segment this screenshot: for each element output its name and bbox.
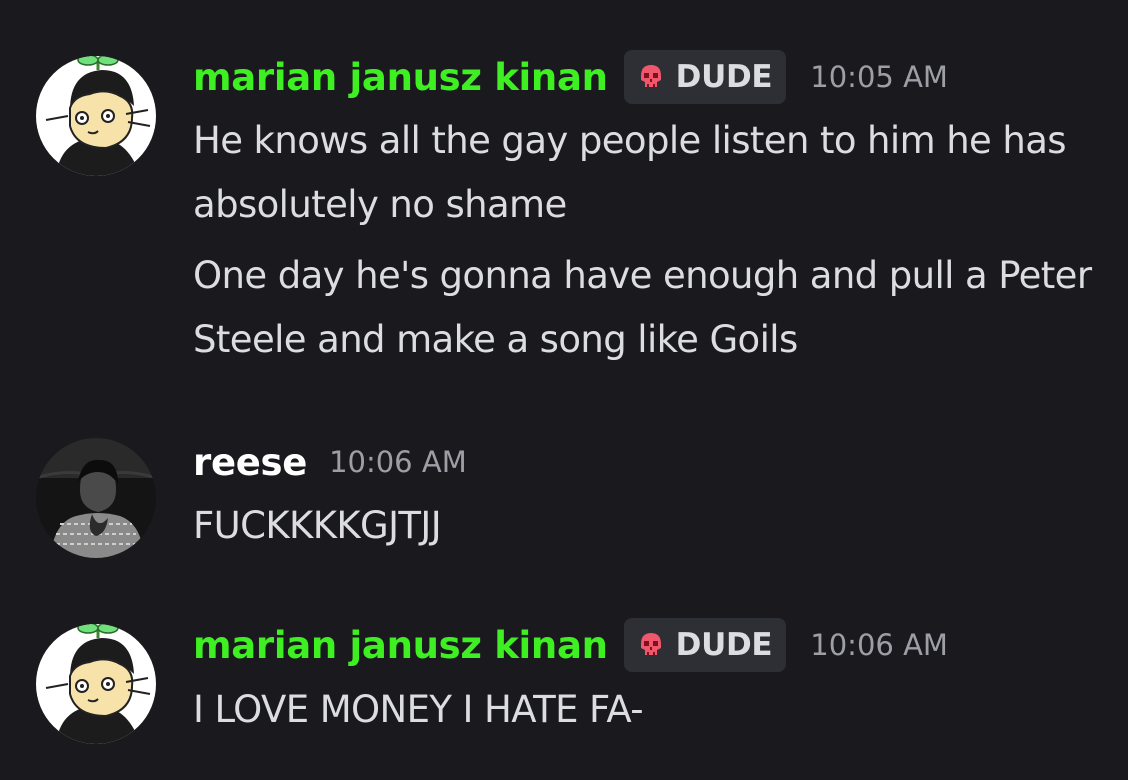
username[interactable]: marian janusz kinan <box>193 624 608 667</box>
timestamp[interactable]: 10:05 AM <box>810 60 948 94</box>
timestamp[interactable]: 10:06 AM <box>810 628 948 662</box>
role-tag-label: DUDE <box>675 627 773 663</box>
message-text: I LOVE MONEY I HATE FA- <box>193 688 644 731</box>
avatar[interactable] <box>36 56 156 176</box>
role-tag-label: DUDE <box>675 59 773 95</box>
message-header: reese 10:06 AM <box>193 436 467 488</box>
skull-icon <box>640 633 661 655</box>
username[interactable]: marian janusz kinan <box>193 56 608 99</box>
chat-message: marian janusz kinan DUDE 10:06 AM I LOVE… <box>0 600 1128 780</box>
message-header: marian janusz kinan DUDE 10:06 AM <box>193 618 948 672</box>
chat-message: marian janusz kinan DUDE 10:05 AM He kno… <box>0 0 1128 400</box>
message-text: He knows all the gay people listen to hi… <box>193 119 1067 226</box>
message-text: One day he's gonna have enough and pull … <box>193 254 1092 361</box>
role-tag[interactable]: DUDE <box>623 50 787 104</box>
message-text: FUCKKKKGJTJJ <box>193 504 442 547</box>
username[interactable]: reese <box>193 441 307 484</box>
avatar[interactable] <box>36 624 156 744</box>
timestamp[interactable]: 10:06 AM <box>329 445 467 479</box>
message-header: marian janusz kinan DUDE 10:05 AM <box>193 50 948 104</box>
avatar[interactable] <box>36 438 156 558</box>
role-tag[interactable]: DUDE <box>623 618 787 672</box>
skull-icon <box>640 65 661 87</box>
chat-message: reese 10:06 AM FUCKKKKGJTJJ <box>0 420 1128 580</box>
